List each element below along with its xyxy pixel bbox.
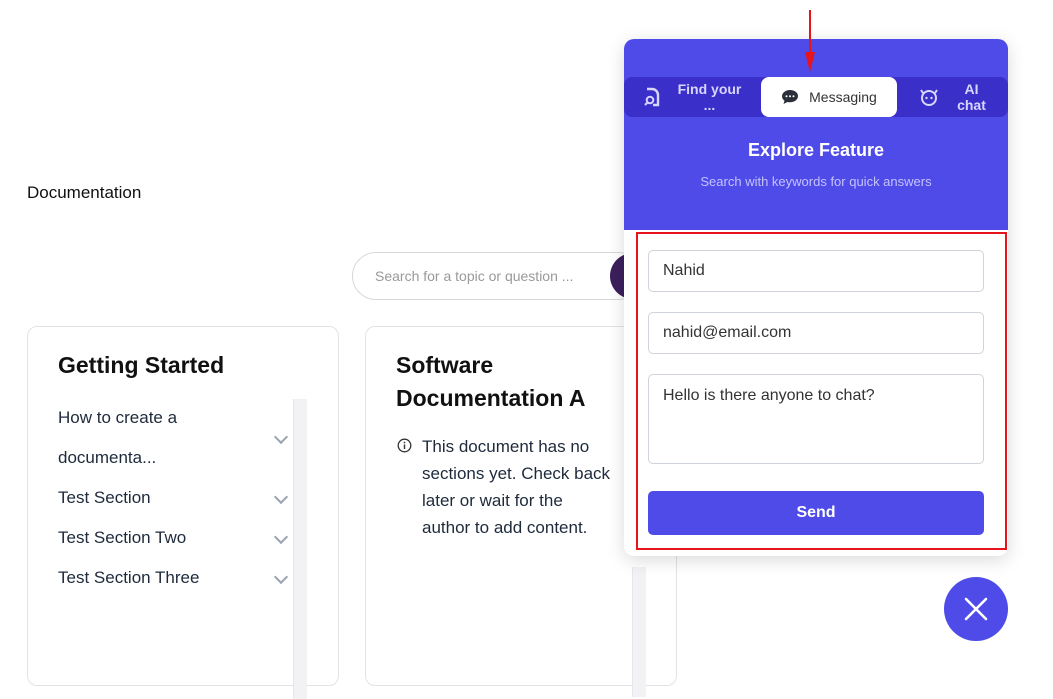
close-widget-button[interactable] xyxy=(944,577,1008,641)
card-title-line: Software xyxy=(396,352,494,378)
message-line: later or wait for the xyxy=(422,491,563,510)
page-title: Documentation xyxy=(27,183,142,202)
section-item[interactable]: How to create a xyxy=(58,398,177,438)
widget-tabs: Find your... Messaging AI chat xyxy=(624,77,1008,117)
empty-message: This document has no sections yet. Check… xyxy=(422,433,610,541)
message-line: author to add content. xyxy=(422,518,588,537)
red-arrow-annotation xyxy=(805,10,815,72)
section-item[interactable]: Test Section xyxy=(58,478,151,518)
tab-label: Find your xyxy=(677,81,742,97)
tab-messaging[interactable]: Messaging xyxy=(761,77,897,117)
widget-title: Explore Feature xyxy=(747,140,885,160)
card-title: Getting Started xyxy=(58,352,225,378)
message-line: sections yet. Check back xyxy=(422,464,611,483)
card-title-line: Documentation A xyxy=(396,385,586,411)
chevron-down-icon[interactable] xyxy=(273,429,289,445)
card-getting-started: Getting Started How to create a document… xyxy=(27,326,339,699)
tab-label: Messaging xyxy=(809,89,877,105)
search-input[interactable]: Search for a topic or question ... xyxy=(352,252,642,300)
tab-find[interactable]: Find your... xyxy=(624,77,761,117)
close-icon xyxy=(964,597,988,621)
highlight-box xyxy=(636,232,1007,550)
widget-subtitle: Search with keywords for quick answers xyxy=(700,174,932,189)
tab-label: AI xyxy=(964,81,979,97)
message-line: This document has no xyxy=(422,437,590,456)
tab-ai-chat[interactable]: AI chat xyxy=(897,77,1008,117)
section-item[interactable]: Test Section Three xyxy=(58,558,199,598)
card-title: Software Documentation A xyxy=(396,349,586,415)
info-icon xyxy=(397,438,412,453)
chevron-down-icon[interactable] xyxy=(273,529,289,545)
scrollbar[interactable] xyxy=(632,567,646,697)
chevron-down-icon[interactable] xyxy=(273,489,289,505)
section-item[interactable]: Test Section Two xyxy=(58,518,186,558)
search-doc-icon xyxy=(643,87,659,107)
section-item[interactable]: documenta... xyxy=(58,438,156,478)
robot-icon xyxy=(920,89,938,106)
scrollbar[interactable] xyxy=(293,399,307,699)
chevron-down-icon[interactable] xyxy=(273,569,289,585)
tab-label: ... xyxy=(703,97,716,113)
tab-label: chat xyxy=(957,97,986,113)
chat-bubble-icon xyxy=(782,90,799,104)
